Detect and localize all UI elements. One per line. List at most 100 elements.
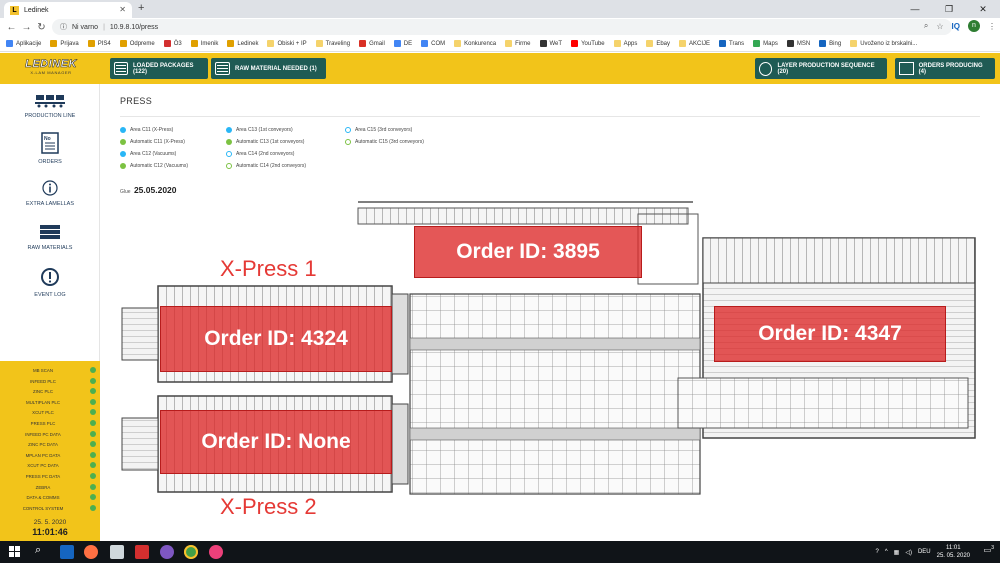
- outlook-icon[interactable]: [60, 545, 74, 559]
- reload-icon[interactable]: ↻: [34, 22, 49, 33]
- zoom-search-icon[interactable]: ⌕: [924, 21, 928, 31]
- order-right-press[interactable]: Order ID: 4347: [714, 306, 946, 362]
- bookmark-item[interactable]: Ö3: [163, 40, 182, 47]
- bookmark-item[interactable]: YouTube: [571, 40, 605, 47]
- avatar[interactable]: n: [968, 20, 980, 32]
- status-indicator-icon: [90, 462, 96, 469]
- sidebar-item-label: RAW MATERIALS: [27, 245, 73, 251]
- volume-icon[interactable]: ◁): [905, 549, 912, 556]
- bookmark-item[interactable]: Obiski + IP: [267, 40, 307, 47]
- status-indicator-icon: [90, 430, 96, 437]
- system-status-panel: MB SCAN INFEED PLC ZINC PLC MULTIPLAN PLC XC…: [0, 361, 100, 541]
- order-xpress-2[interactable]: Order ID: None: [160, 410, 392, 474]
- windows-start-icon[interactable]: [9, 546, 20, 557]
- language-indicator[interactable]: DEU: [918, 549, 931, 555]
- close-tab-icon[interactable]: ✕: [119, 5, 126, 14]
- tab-title: Ledinek: [24, 6, 49, 14]
- status-row: ZINC PLC: [4, 386, 98, 397]
- network-icon[interactable]: ▦: [894, 549, 900, 556]
- windows-taskbar: ⌕ ? ^ ▦ ◁) DEU 11:01 25. 05. 2020 ▭3: [0, 541, 1000, 563]
- raw-material-needed-button[interactable]: RAW MATERIAL NEEDED (1): [211, 58, 326, 79]
- legend-item: Area C15 (3rd conveyors): [345, 127, 412, 133]
- app-icon[interactable]: [209, 545, 223, 559]
- system-tray: ? ^ ▦ ◁) DEU 11:01 25. 05. 2020: [875, 544, 970, 560]
- taskbar-date: 25. 05. 2020: [936, 553, 970, 559]
- browser-tab[interactable]: L Ledinek ✕: [4, 2, 132, 18]
- bookmark-item[interactable]: Aplikacije: [6, 40, 41, 47]
- address-bar-actions: ⌕ ☆ IQ n ⋮: [924, 20, 996, 32]
- status-row: CONTROL SYSTEM: [4, 503, 98, 514]
- sidebar-item-orders[interactable]: No ORDERS: [0, 132, 100, 165]
- taskbar-clock[interactable]: 11:01 25. 05. 2020: [937, 544, 970, 560]
- search-icon[interactable]: ⌕: [35, 544, 41, 557]
- bookmark-item[interactable]: Firme: [505, 40, 531, 47]
- info-icon[interactable]: ⓘ: [60, 22, 67, 32]
- bookmark-item[interactable]: Trans: [719, 40, 744, 47]
- bookmark-item[interactable]: Maps: [753, 40, 778, 47]
- sidebar-item-production-line[interactable]: PRODUCTION LINE: [0, 94, 100, 119]
- file-icon[interactable]: [110, 545, 124, 559]
- status-indicator-icon: [90, 483, 96, 490]
- legend-item: Automatic C14 (2nd conveyors): [226, 163, 306, 169]
- bookmark-item[interactable]: MSN: [786, 40, 810, 47]
- bookmark-star-icon[interactable]: ☆: [936, 22, 943, 31]
- minimize-icon[interactable]: —: [898, 0, 932, 18]
- firefox-icon[interactable]: [84, 545, 98, 559]
- forward-icon[interactable]: →: [19, 22, 34, 33]
- bookmark-item[interactable]: PIS4: [87, 40, 111, 47]
- sidebar-item-extra-lamellas[interactable]: EXTRA LAMELLAS: [0, 180, 100, 207]
- pdf-icon[interactable]: [135, 545, 149, 559]
- app-header: LEDINEK X-LAM MANAGER LOADED PACKAGES (1…: [0, 53, 1000, 84]
- bookmark-item[interactable]: Ebay: [646, 40, 670, 47]
- layer-production-sequence-button[interactable]: LAYER PRODUCTION SEQUENCE (20): [755, 58, 887, 79]
- back-icon[interactable]: ←: [4, 22, 19, 33]
- status-indicator-icon: [90, 377, 96, 384]
- bookmark-icon: [421, 40, 429, 47]
- chrome-icon[interactable]: [184, 545, 198, 559]
- sidebar: PRODUCTION LINE No ORDERS EXTRA LAMELLAS…: [0, 84, 100, 361]
- bookmark-label: Maps: [763, 40, 778, 47]
- bookmark-item[interactable]: Imenik: [190, 40, 218, 47]
- bookmark-item[interactable]: Uvoženo iz brskalni...: [850, 40, 917, 47]
- loaded-packages-button[interactable]: LOADED PACKAGES (122): [110, 58, 208, 79]
- menu-icon[interactable]: ⋮: [988, 22, 996, 31]
- bookmark-item[interactable]: DE: [393, 40, 412, 47]
- url-text[interactable]: 10.9.8.10/press: [110, 24, 158, 31]
- bookmark-item[interactable]: Bing: [819, 40, 841, 47]
- bookmark-item[interactable]: COM: [421, 40, 445, 47]
- status-row: MULTIPLAN PLC: [4, 397, 98, 408]
- bookmark-item[interactable]: Apps: [613, 40, 637, 47]
- order-top-press[interactable]: Order ID: 3895: [414, 226, 642, 278]
- bookmark-label: Gmail: [369, 40, 385, 47]
- bookmark-icon: [850, 40, 858, 47]
- bookmark-item[interactable]: Prijava: [50, 40, 79, 47]
- legend-label: Automatic C12 (Vacuums): [130, 163, 188, 169]
- order-xpress-1[interactable]: Order ID: 4324: [160, 306, 392, 372]
- bookmark-item[interactable]: AKCIJE: [679, 40, 710, 47]
- bookmark-icon: [613, 40, 621, 47]
- bookmark-item[interactable]: Traveling: [315, 40, 350, 47]
- sidebar-item-raw-materials[interactable]: RAW MATERIALS: [0, 224, 100, 251]
- legend-item: Area C11 (X-Press): [120, 127, 173, 133]
- notification-count: 3: [991, 545, 994, 551]
- bookmark-item[interactable]: Konkurenca: [454, 40, 496, 47]
- bookmark-item[interactable]: Odpreme: [119, 40, 155, 47]
- xpress-2-label: X-Press 2: [220, 494, 317, 519]
- bookmark-item[interactable]: WeT: [539, 40, 562, 47]
- status-row: ZEBRA: [4, 482, 98, 493]
- bookmark-item[interactable]: Ledinek: [227, 40, 258, 47]
- orders-producing-button[interactable]: ORDERS PRODUCING (4): [895, 58, 995, 79]
- ledinek-logo[interactable]: LEDINEK X-LAM MANAGER: [6, 58, 96, 80]
- tray-expand-icon[interactable]: ^: [885, 549, 888, 555]
- omnibox[interactable]: ⓘ Ni varno | 10.9.8.10/press: [52, 19, 952, 35]
- new-tab-button[interactable]: +: [138, 2, 144, 14]
- help-icon[interactable]: ?: [875, 549, 878, 555]
- viber-icon[interactable]: [160, 545, 174, 559]
- sidebar-item-event-log[interactable]: EVENT LOG: [0, 267, 100, 298]
- close-window-icon[interactable]: ✕: [966, 0, 1000, 18]
- iq-extension-icon[interactable]: IQ: [952, 22, 960, 31]
- clock-date: 25. 5. 2020: [33, 519, 67, 526]
- notifications-icon[interactable]: ▭3: [984, 545, 994, 555]
- maximize-icon[interactable]: ❐: [932, 0, 966, 18]
- bookmark-item[interactable]: Gmail: [359, 40, 385, 47]
